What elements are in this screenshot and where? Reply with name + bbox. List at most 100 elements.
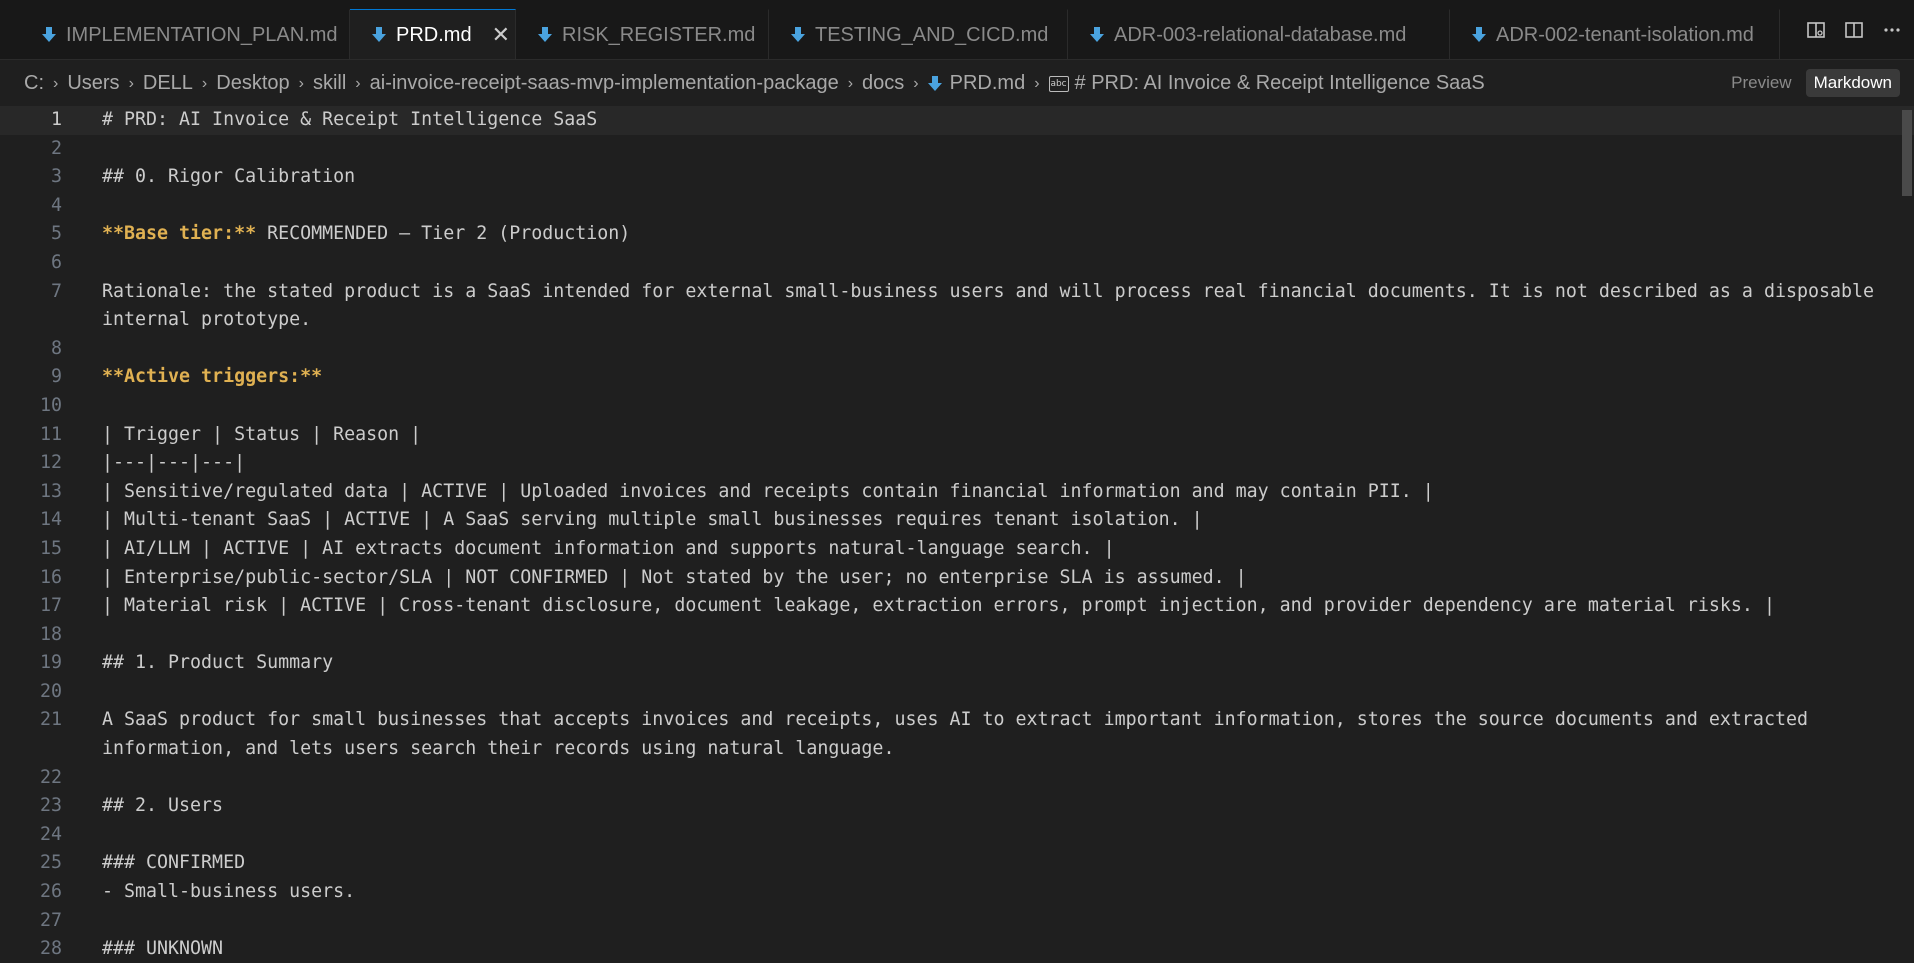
breadcrumb-item[interactable]: ai-invoice-receipt-saas-mvp-implementati… (370, 72, 839, 95)
breadcrumb-item[interactable]: PRD.md (950, 72, 1026, 95)
line-text: |---|---|---| (102, 449, 1874, 478)
code-line[interactable]: 16 | Enterprise/public-sector/SLA | NOT C… (0, 564, 1914, 593)
preview-mode-button[interactable]: Preview (1723, 69, 1799, 97)
markdown-file-icon (791, 27, 805, 43)
line-segment: | Multi-tenant SaaS | ACTIVE | A SaaS se… (102, 509, 1203, 531)
code-line[interactable]: 10 (0, 392, 1914, 421)
code-line[interactable]: 15 | AI/LLM | ACTIVE | AI extracts docume… (0, 535, 1914, 564)
line-text: | Sensitive/regulated data | ACTIVE | Up… (102, 478, 1874, 507)
tab-label: RISK_REGISTER.md (562, 23, 756, 46)
code-line[interactable]: 25 ### CONFIRMED (0, 849, 1914, 878)
code-line[interactable]: 24 (0, 821, 1914, 850)
tab-prd-md[interactable]: PRD.md ✕ (350, 9, 516, 59)
line-text: ## 2. Users (102, 792, 1874, 821)
line-segment: ### UNKNOWN (102, 938, 224, 960)
line-segment: | Enterprise/public-sector/SLA | NOT CON… (102, 566, 1247, 588)
line-segment: A SaaS product for small businesses that… (102, 709, 1819, 760)
line-text: ### CONFIRMED (102, 849, 1874, 878)
editor-text-area[interactable]: 1 # PRD: AI Invoice & Receipt Intelligenc… (0, 106, 1914, 963)
code-line[interactable]: 8 (0, 335, 1914, 364)
breadcrumb-item[interactable]: DELL (143, 72, 193, 95)
chevron-right-icon: › (847, 74, 854, 92)
breadcrumb-item[interactable]: skill (313, 72, 346, 95)
tab-testing-and-cicd-md[interactable]: TESTING_AND_CICD.md (769, 9, 1068, 59)
code-line[interactable]: 28 ### UNKNOWN (0, 935, 1914, 963)
breadcrumb-symbol[interactable]: # PRD: AI Invoice & Receipt Intelligence… (1075, 72, 1485, 95)
more-actions-icon[interactable] (1880, 18, 1904, 42)
line-number: 19 (39, 652, 62, 674)
line-segment: ## 1. Product Summary (102, 652, 334, 674)
line-text: ## 0. Rigor Calibration (102, 163, 1874, 192)
line-segment: # PRD: AI Invoice & Receipt Intelligence… (102, 109, 598, 130)
code-line[interactable]: 2 (0, 135, 1914, 164)
tab-adr-003-relational-database-md[interactable]: ADR-003-relational-database.md (1068, 9, 1450, 59)
markdown-file-icon (42, 27, 56, 43)
line-segment: RECOMMENDED — Tier 2 (Production) (256, 223, 631, 245)
code-line[interactable]: 21 A SaaS product for small businesses th… (0, 706, 1914, 763)
line-number: 25 (39, 852, 62, 874)
code-line[interactable]: 12 |---|---|---| (0, 449, 1914, 478)
line-segment: ### CONFIRMED (102, 852, 246, 874)
line-number: 7 (50, 280, 62, 302)
line-segment: |---|---|---| (102, 452, 246, 474)
close-tab-icon[interactable]: ✕ (492, 22, 510, 48)
code-line[interactable]: 26 - Small-business users. (0, 878, 1914, 907)
split-editor-icon[interactable] (1842, 18, 1866, 42)
breadcrumb-item[interactable]: docs (862, 72, 904, 95)
breadcrumb: C: › Users › DELL › Desktop › skill › ai-invoice-r… (0, 61, 1914, 106)
code-line[interactable]: 1 # PRD: AI Invoice & Receipt Intelligenc… (0, 106, 1914, 135)
code-line[interactable]: 23 ## 2. Users (0, 792, 1914, 821)
code-line[interactable]: 19 ## 1. Product Summary (0, 649, 1914, 678)
line-text: Rationale: the stated product is a SaaS … (102, 278, 1874, 335)
line-text: | Multi-tenant SaaS | ACTIVE | A SaaS se… (102, 506, 1874, 535)
tab-implementation-plan-md[interactable]: IMPLEMENTATION_PLAN.md (20, 9, 350, 59)
code-line[interactable]: 5 **Base tier:** RECOMMENDED — Tier 2 (Pr… (0, 220, 1914, 249)
code-line[interactable]: 9 **Active triggers:** (0, 363, 1914, 392)
code-line[interactable]: 11 | Trigger | Status | Reason | (0, 421, 1914, 450)
code-line[interactable]: 27 (0, 907, 1914, 936)
code-line[interactable]: 22 (0, 764, 1914, 793)
chevron-right-icon: › (913, 74, 919, 92)
line-text: | Trigger | Status | Reason | (102, 421, 1874, 450)
tab-bar: IMPLEMENTATION_PLAN.md PRD.md ✕ RISK_REGIST… (0, 0, 1914, 60)
code-line[interactable]: 6 (0, 249, 1914, 278)
line-segment: ## 0. Rigor Calibration (102, 166, 356, 188)
line-number: 3 (50, 166, 62, 188)
line-segment: | AI/LLM | ACTIVE | AI extracts document… (102, 537, 1115, 559)
tab-label: ADR-003-relational-database.md (1114, 23, 1407, 46)
scrollbar-thumb[interactable] (1902, 110, 1912, 196)
line-text: - Small-business users. (102, 878, 1874, 907)
line-number: 5 (50, 223, 62, 245)
tab-adr-002-tenant-isolation-md[interactable]: ADR-002-tenant-isolation.md (1450, 9, 1780, 59)
vertical-scrollbar[interactable] (1900, 106, 1914, 963)
breadcrumb-item[interactable]: C: (24, 72, 44, 95)
chevron-right-icon: › (53, 74, 59, 92)
code-line[interactable]: 17 | Material risk | ACTIVE | Cross-tenan… (0, 592, 1914, 621)
code-line[interactable]: 4 (0, 192, 1914, 221)
line-number: 2 (50, 137, 62, 159)
breadcrumb-item[interactable]: Desktop (216, 72, 289, 95)
line-text: **Base tier:** RECOMMENDED — Tier 2 (Pro… (102, 220, 1874, 249)
code-line[interactable]: 14 | Multi-tenant SaaS | ACTIVE | A SaaS … (0, 506, 1914, 535)
code-line[interactable]: 13 | Sensitive/regulated data | ACTIVE | … (0, 478, 1914, 507)
line-number: 26 (39, 881, 62, 903)
line-number: 8 (50, 337, 62, 359)
chevron-right-icon: › (128, 74, 134, 92)
chevron-right-icon: › (355, 74, 361, 92)
breadcrumb-item[interactable]: Users (67, 72, 119, 95)
open-preview-to-side-icon[interactable] (1804, 18, 1828, 42)
markdown-mode-button[interactable]: Markdown (1805, 69, 1900, 97)
mode-toggle: Preview Markdown (1723, 69, 1900, 97)
code-line[interactable]: 18 (0, 621, 1914, 650)
code-line[interactable]: 20 (0, 678, 1914, 707)
line-segment: - Small-business users. (102, 881, 356, 903)
code-line[interactable]: 3 ## 0. Rigor Calibration (0, 163, 1914, 192)
editor-tabs: IMPLEMENTATION_PLAN.md PRD.md ✕ RISK_REGIST… (20, 9, 1780, 59)
line-number: 10 (39, 394, 62, 416)
line-number: 24 (39, 823, 62, 845)
chevron-right-icon: › (1034, 74, 1040, 92)
tab-risk-register-md[interactable]: RISK_REGISTER.md (516, 9, 769, 59)
code-line[interactable]: 7 Rationale: the stated product is a SaaS… (0, 278, 1914, 335)
tab-label: IMPLEMENTATION_PLAN.md (66, 23, 338, 46)
tab-label: TESTING_AND_CICD.md (815, 23, 1049, 46)
